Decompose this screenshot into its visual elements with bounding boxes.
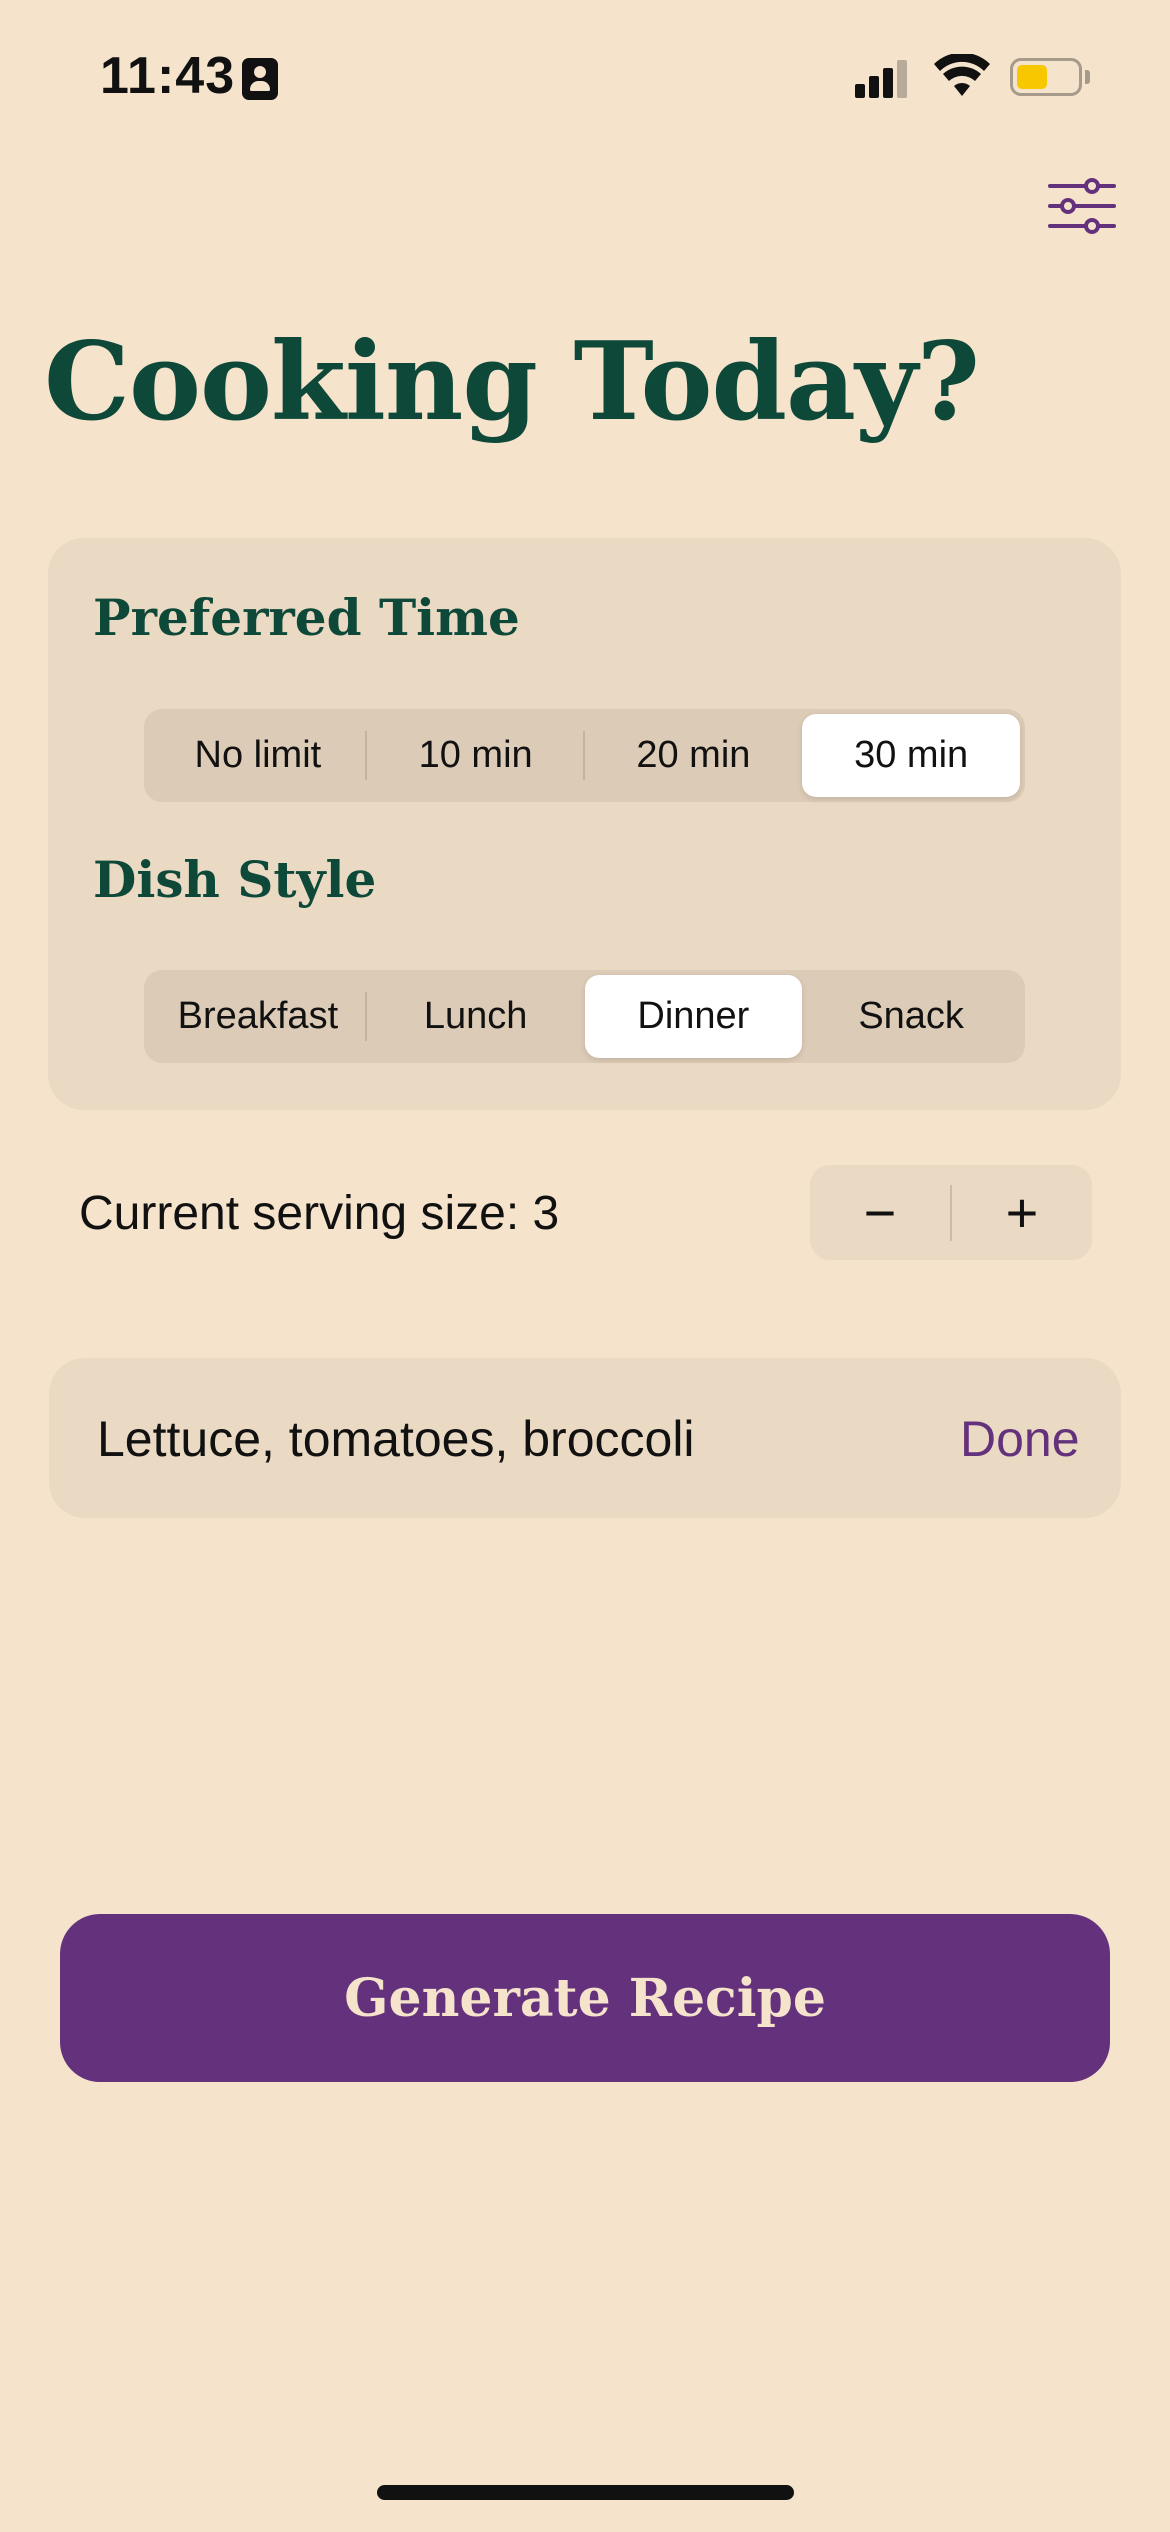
time-option-label: No limit	[194, 734, 322, 776]
done-button[interactable]: Done	[960, 1410, 1080, 1468]
increment-button[interactable]: +	[952, 1165, 1092, 1260]
dish-option-label: Dinner	[637, 995, 750, 1037]
status-time: 11:43	[100, 47, 236, 105]
generate-recipe-button[interactable]: Generate Recipe	[60, 1914, 1110, 2082]
ingredients-value[interactable]: Lettuce, tomatoes, broccoli	[97, 1410, 695, 1468]
battery-icon	[1010, 58, 1082, 96]
serving-size-label: Current serving size: 3	[79, 1187, 560, 1240]
time-option-label: 30 min	[854, 734, 969, 776]
time-option-10-min[interactable]: 10 min	[367, 714, 585, 797]
time-option-label: 10 min	[418, 734, 533, 776]
dish-option-lunch[interactable]: Lunch	[367, 975, 585, 1058]
decrement-button[interactable]: −	[810, 1165, 950, 1260]
page-title: Cooking Today?	[44, 319, 980, 445]
time-option-20-min[interactable]: 20 min	[585, 714, 803, 797]
cellular-signal-icon	[855, 58, 915, 98]
generate-recipe-label: Generate Recipe	[344, 1967, 826, 2029]
dish-option-label: Snack	[858, 995, 964, 1037]
sliders-icon[interactable]	[1046, 178, 1118, 234]
dish-option-dinner[interactable]: Dinner	[584, 975, 803, 1058]
dish-style-heading: Dish Style	[93, 850, 377, 909]
preferred-time-heading: Preferred Time	[93, 588, 520, 647]
dish-option-breakfast[interactable]: Breakfast	[149, 975, 367, 1058]
battery-tip	[1085, 70, 1090, 84]
preferred-time-segmented-control: No limit 10 min 20 min 30 min	[144, 709, 1025, 802]
dish-option-label: Breakfast	[177, 995, 339, 1037]
time-option-30-min[interactable]: 30 min	[802, 714, 1020, 797]
dish-option-label: Lunch	[423, 995, 528, 1037]
home-indicator[interactable]	[377, 2485, 794, 2500]
focus-person-icon	[242, 58, 278, 100]
dish-option-snack[interactable]: Snack	[802, 975, 1020, 1058]
time-option-label: 20 min	[636, 734, 751, 776]
wifi-icon	[934, 54, 990, 96]
serving-size-stepper: − +	[810, 1165, 1092, 1260]
dish-style-segmented-control: Breakfast Lunch Dinner Snack	[144, 970, 1025, 1063]
time-option-no-limit[interactable]: No limit	[149, 714, 367, 797]
